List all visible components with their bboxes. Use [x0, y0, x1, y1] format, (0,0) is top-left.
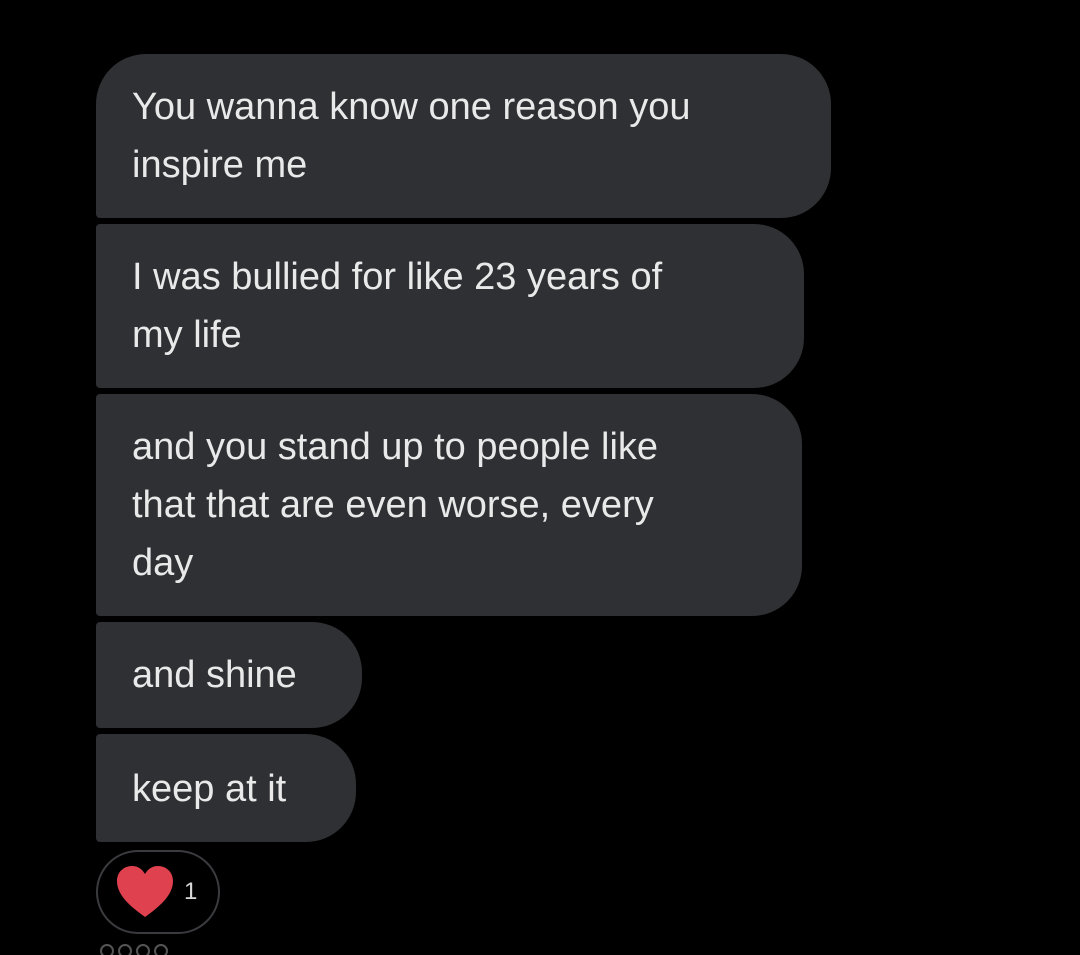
message-bubble[interactable]: and shine — [96, 622, 362, 728]
reaction-count: 1 — [184, 878, 198, 905]
message-bubble[interactable]: and you stand up to people like that tha… — [96, 394, 802, 616]
message-text-line: day — [132, 542, 194, 584]
message-text-line: keep at it — [132, 768, 287, 810]
message-text-line: and you stand up to people like — [132, 426, 659, 468]
message-text-line: inspire me — [132, 144, 308, 186]
heart-icon — [117, 866, 173, 917]
message-bubble[interactable]: You wanna know one reason you inspire me — [96, 54, 831, 218]
message-text-line: You wanna know one reason you — [132, 86, 691, 128]
message-bubble[interactable]: I was bullied for like 23 years of my li… — [96, 224, 804, 388]
message-bubble[interactable]: keep at it — [96, 734, 356, 842]
message-thread: You wanna know one reason you inspire me… — [0, 0, 1080, 955]
message-text-line: and shine — [132, 654, 297, 696]
message-text-line: that that are even worse, every — [132, 484, 654, 526]
timestamp-partial — [100, 944, 190, 955]
message-text-line: my life — [132, 314, 242, 356]
reaction-pill[interactable]: 1 — [96, 850, 220, 934]
message-text-line: I was bullied for like 23 years of — [132, 256, 663, 298]
